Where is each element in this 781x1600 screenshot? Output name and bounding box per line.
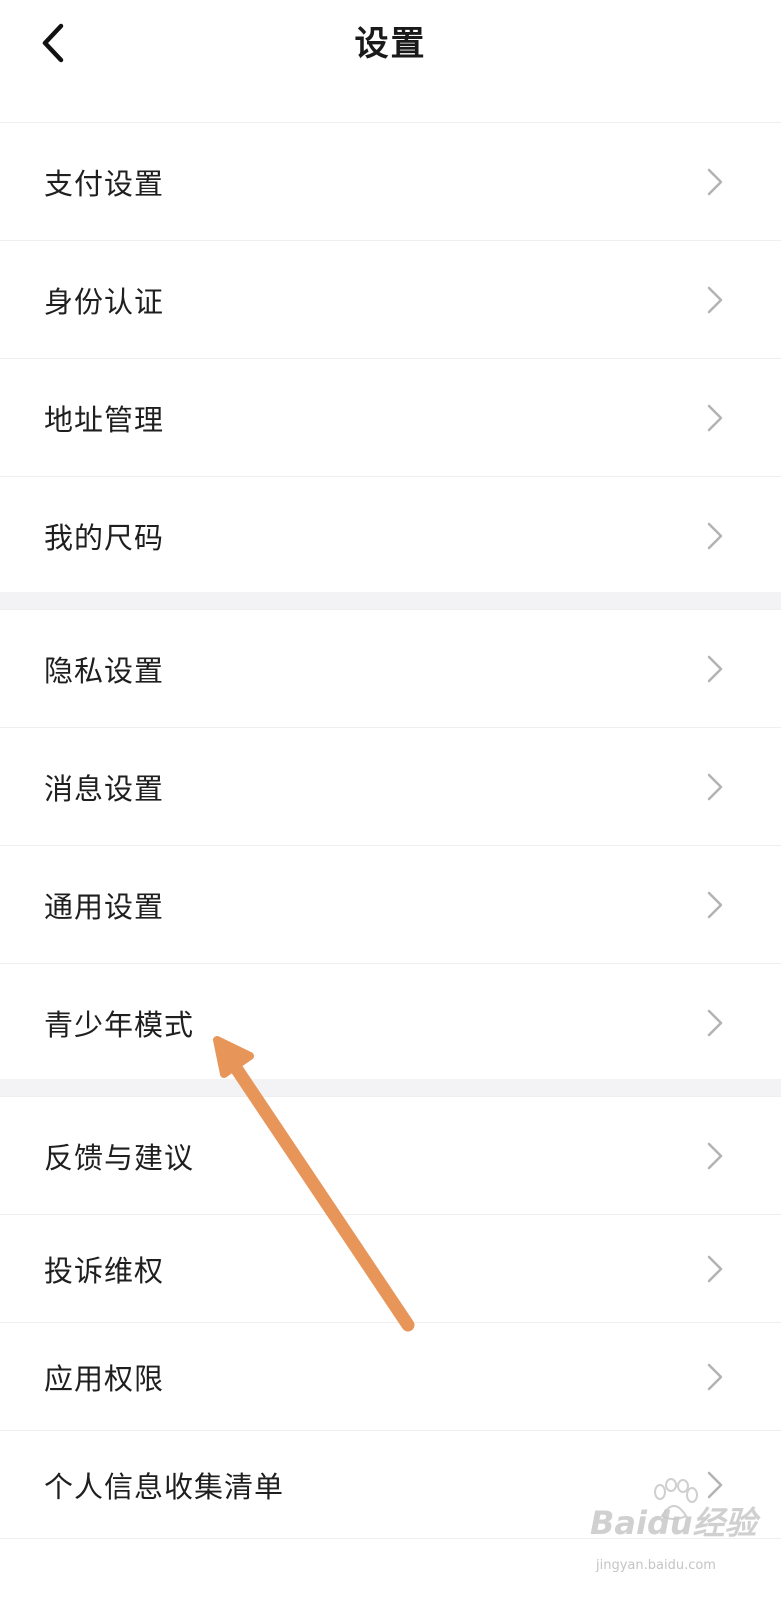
settings-item-label: 身份认证 bbox=[44, 284, 165, 319]
settings-item-identity[interactable]: 身份认证 bbox=[0, 240, 781, 358]
chevron-right-icon bbox=[707, 522, 723, 549]
settings-item-label: 支付设置 bbox=[44, 166, 165, 201]
chevron-right-icon bbox=[707, 168, 723, 195]
chevron-right-icon bbox=[707, 891, 723, 918]
settings-item-label: 投诉维权 bbox=[44, 1253, 165, 1288]
settings-item-label: 通用设置 bbox=[44, 889, 165, 924]
settings-item-teen-mode[interactable]: 青少年模式 bbox=[0, 963, 781, 1081]
settings-item-label: 消息设置 bbox=[44, 771, 165, 806]
settings-item-complaints[interactable]: 投诉维权 bbox=[0, 1214, 781, 1322]
settings-item-app-permissions[interactable]: 应用权限 bbox=[0, 1322, 781, 1430]
settings-item-general[interactable]: 通用设置 bbox=[0, 845, 781, 963]
settings-item-label: 青少年模式 bbox=[44, 1007, 195, 1042]
chevron-right-icon bbox=[707, 1255, 723, 1282]
watermark-brand: Baidu经验 bbox=[590, 1504, 757, 1542]
settings-item-label: 应用权限 bbox=[44, 1361, 165, 1396]
section-divider bbox=[0, 592, 781, 609]
settings-item-label: 地址管理 bbox=[44, 402, 165, 437]
settings-item-address[interactable]: 地址管理 bbox=[0, 358, 781, 476]
nav-header: 设置 bbox=[0, 0, 781, 122]
settings-item-label: 我的尺码 bbox=[44, 520, 165, 555]
watermark-url: jingyan.baidu.com bbox=[596, 1558, 716, 1573]
chevron-right-icon bbox=[707, 1142, 723, 1169]
settings-item-size[interactable]: 我的尺码 bbox=[0, 476, 781, 594]
section-divider bbox=[0, 1079, 781, 1096]
settings-item-payment[interactable]: 支付设置 bbox=[0, 122, 781, 240]
chevron-right-icon bbox=[707, 404, 723, 431]
settings-item-label: 个人信息收集清单 bbox=[44, 1469, 285, 1504]
chevron-right-icon bbox=[707, 286, 723, 313]
chevron-right-icon bbox=[707, 655, 723, 682]
settings-group-account: 支付设置 身份认证 地址管理 我的尺码 bbox=[0, 122, 781, 594]
settings-item-notifications[interactable]: 消息设置 bbox=[0, 727, 781, 845]
settings-item-privacy[interactable]: 隐私设置 bbox=[0, 609, 781, 727]
chevron-right-icon bbox=[707, 1009, 723, 1036]
settings-item-label: 反馈与建议 bbox=[44, 1140, 195, 1175]
settings-item-feedback[interactable]: 反馈与建议 bbox=[0, 1096, 781, 1214]
page-title: 设置 bbox=[354, 24, 427, 64]
settings-group-general: 隐私设置 消息设置 通用设置 青少年模式 bbox=[0, 609, 781, 1081]
chevron-right-icon bbox=[707, 1363, 723, 1390]
settings-group-support: 反馈与建议 投诉维权 应用权限 个人信息收集清单 bbox=[0, 1096, 781, 1539]
baidu-watermark: Baidu经验 jingyan.baidu.com bbox=[590, 1478, 770, 1598]
settings-item-label: 隐私设置 bbox=[44, 653, 165, 688]
chevron-right-icon bbox=[707, 773, 723, 800]
